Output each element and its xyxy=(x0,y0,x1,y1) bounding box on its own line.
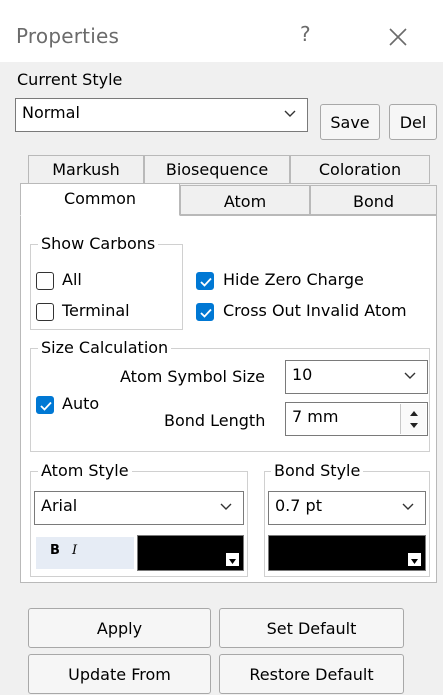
hide-zero-charge-checkbox[interactable] xyxy=(196,272,214,290)
chevron-down-icon xyxy=(284,110,296,117)
update-from-button[interactable]: Update From xyxy=(28,654,211,694)
close-icon xyxy=(389,28,407,46)
current-style-select[interactable]: Normal xyxy=(15,98,308,132)
bond-width-select[interactable]: 0.7 pt xyxy=(268,491,426,525)
bond-style-legend: Bond Style xyxy=(271,461,364,480)
del-button[interactable]: Del xyxy=(389,104,437,140)
apply-button[interactable]: Apply xyxy=(28,608,211,648)
italic-button[interactable]: I xyxy=(72,543,77,558)
auto-checkbox[interactable] xyxy=(36,396,54,414)
close-button[interactable] xyxy=(381,20,415,54)
atom-symbol-size-label: Atom Symbol Size xyxy=(120,367,265,386)
tab-bond[interactable]: Bond xyxy=(310,185,437,215)
atom-font-value: Arial xyxy=(41,496,78,515)
tab-biosequence[interactable]: Biosequence xyxy=(144,155,290,184)
tab-coloration[interactable]: Coloration xyxy=(290,155,430,184)
all-checkbox[interactable] xyxy=(36,272,54,290)
checkmark-icon xyxy=(200,308,212,318)
set-default-button[interactable]: Set Default xyxy=(219,608,404,648)
chevron-down-icon xyxy=(404,372,416,379)
current-style-value: Normal xyxy=(22,103,80,122)
current-style-label: Current Style xyxy=(17,70,123,89)
tab-atom[interactable]: Atom xyxy=(180,185,310,215)
cross-out-invalid-atom-checkbox[interactable] xyxy=(196,303,214,321)
atom-symbol-size-select[interactable]: 10 xyxy=(285,360,428,394)
checkmark-icon xyxy=(40,401,52,411)
color-dropdown-icon xyxy=(408,553,421,566)
all-label: All xyxy=(62,270,82,289)
atom-font-select[interactable]: Arial xyxy=(34,491,244,525)
show-carbons-legend: Show Carbons xyxy=(38,234,159,253)
tab-common[interactable]: Common xyxy=(20,183,180,216)
spinner-buttons xyxy=(400,404,426,434)
chevron-down-icon xyxy=(402,503,414,510)
help-button[interactable]: ? xyxy=(300,22,311,46)
bold-button[interactable]: B xyxy=(50,543,60,558)
restore-default-button[interactable]: Restore Default xyxy=(219,654,404,694)
bond-length-label: Bond Length xyxy=(164,411,266,430)
cross-out-invalid-atom-label: Cross Out Invalid Atom xyxy=(223,301,407,320)
color-dropdown-icon xyxy=(226,553,239,566)
tab-markush[interactable]: Markush xyxy=(28,155,144,184)
bond-width-value: 0.7 pt xyxy=(275,496,322,515)
terminal-label: Terminal xyxy=(62,301,130,320)
chevron-down-icon xyxy=(220,503,232,510)
hide-zero-charge-label: Hide Zero Charge xyxy=(223,270,364,289)
terminal-checkbox[interactable] xyxy=(36,303,54,321)
atom-color-picker[interactable] xyxy=(137,535,244,571)
spin-down-icon[interactable] xyxy=(408,421,420,431)
auto-label: Auto xyxy=(62,394,100,413)
atom-style-legend: Atom Style xyxy=(38,461,132,480)
checkmark-icon xyxy=(200,277,212,287)
spin-up-icon[interactable] xyxy=(408,408,420,418)
bond-length-value: 7 mm xyxy=(292,407,339,426)
window-title: Properties xyxy=(16,24,120,48)
save-button[interactable]: Save xyxy=(320,104,380,140)
size-calculation-legend: Size Calculation xyxy=(38,338,172,357)
atom-symbol-size-value: 10 xyxy=(292,365,313,384)
bond-color-picker[interactable] xyxy=(268,535,426,571)
